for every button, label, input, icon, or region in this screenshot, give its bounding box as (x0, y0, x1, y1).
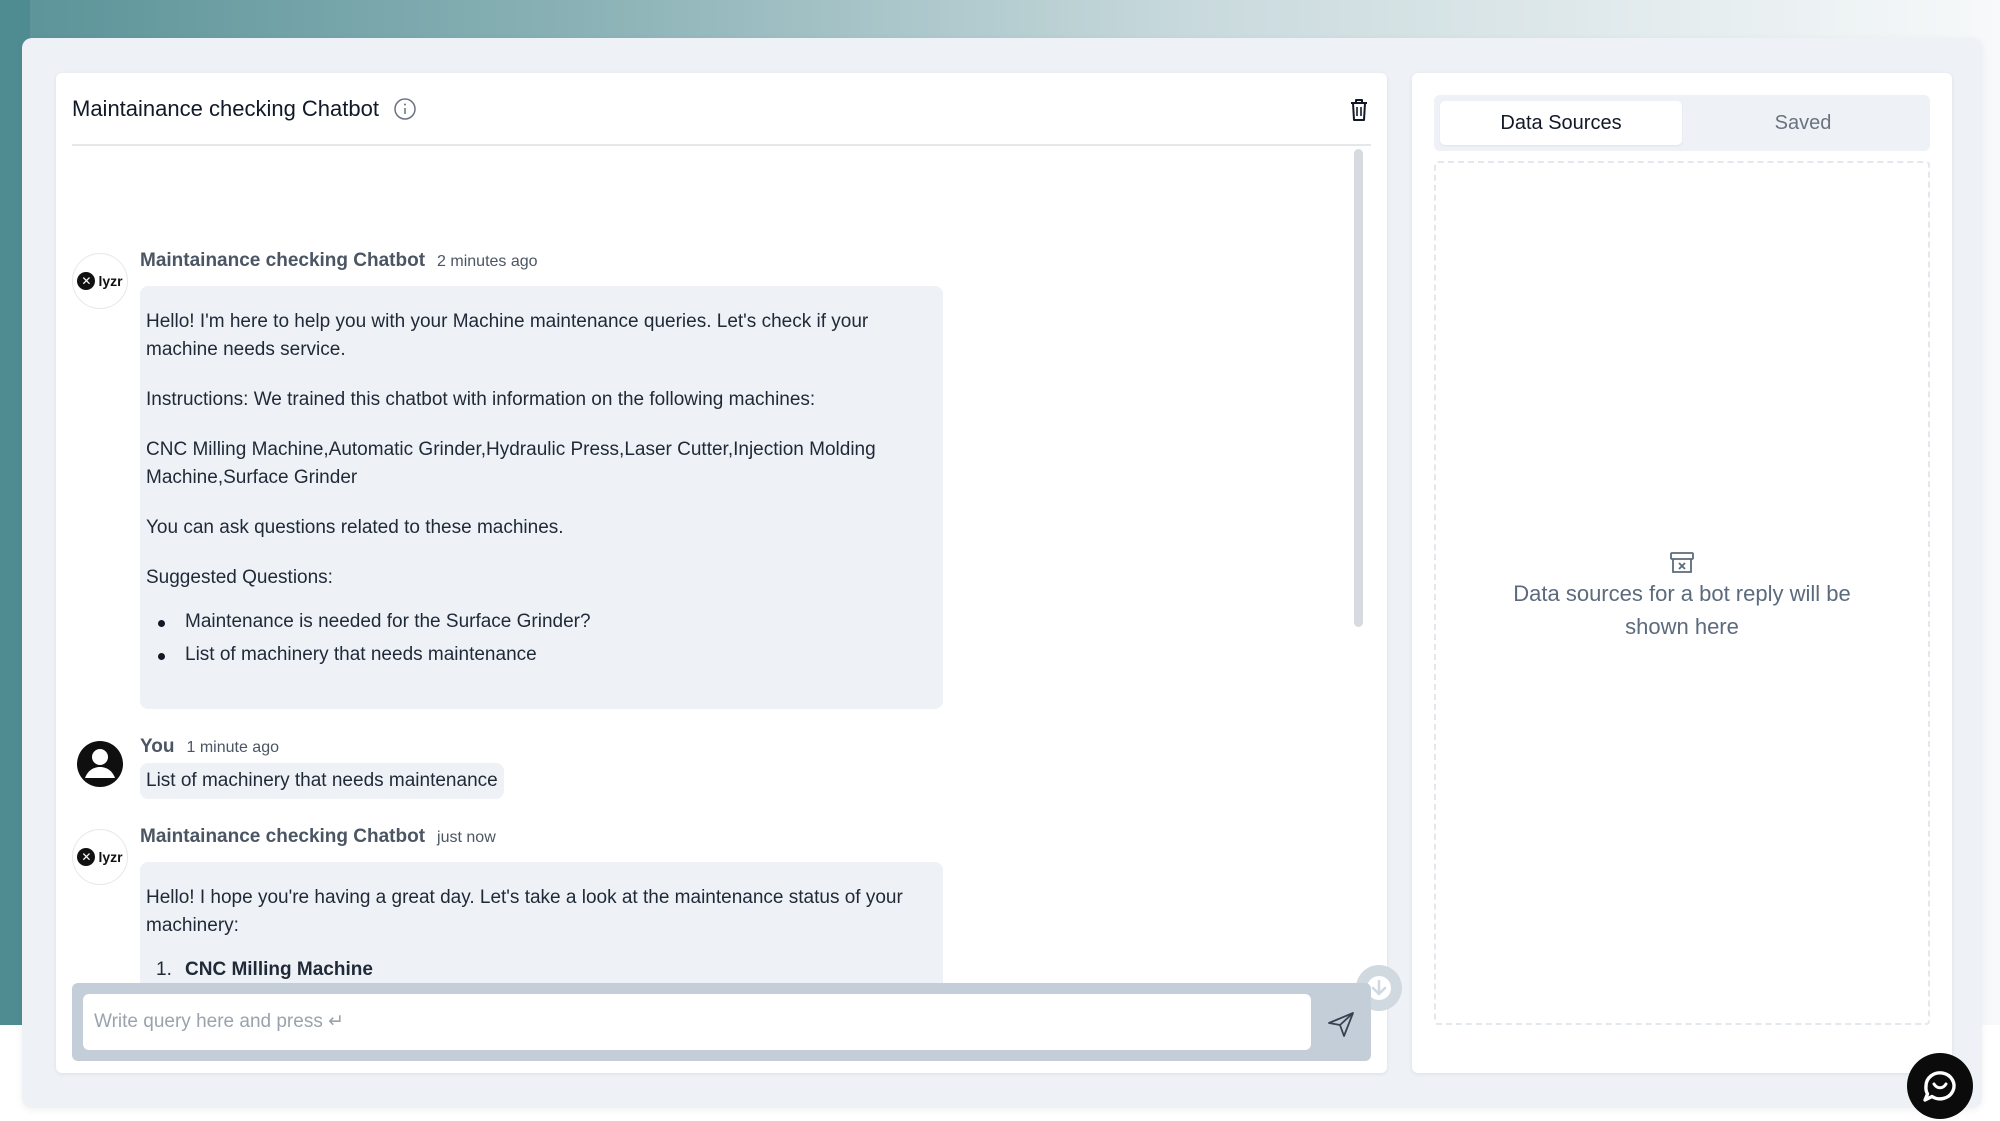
query-input[interactable] (83, 994, 1311, 1050)
message-time: 2 minutes ago (437, 253, 538, 270)
chat-header: Maintainance checking Chatbot (72, 73, 1371, 146)
data-sources-panel: Data Sources Saved Data sources for a bo… (1412, 73, 1952, 1073)
send-icon (1328, 1012, 1354, 1037)
scrollbar[interactable] (1354, 149, 1363, 627)
user-message: You 1 minute ago List of machinery that … (72, 736, 772, 806)
data-sources-box: Data sources for a bot reply will be sho… (1434, 161, 1930, 1025)
side-tabs: Data Sources Saved (1434, 95, 1930, 151)
message-author: You (140, 736, 175, 757)
tab-saved[interactable]: Saved (1682, 101, 1924, 145)
suggestion-item[interactable]: List of machinery that needs maintenance (158, 641, 937, 669)
composer (72, 983, 1371, 1061)
user-avatar-icon (72, 736, 128, 792)
list-number: 1. (156, 959, 172, 980)
message-meta: You 1 minute ago (140, 736, 279, 758)
message-list[interactable]: ✕ lyzr Maintainance checking Chatbot 2 m… (56, 148, 1387, 1020)
chat-help-icon (1923, 1071, 1956, 1102)
bot-message: ✕ lyzr Maintainance checking Chatbot 2 m… (72, 250, 972, 713)
suggestion-list: Maintenance is needed for the Surface Gr… (158, 608, 937, 669)
message-bubble: List of machinery that needs maintenance (140, 763, 504, 799)
message-time: 1 minute ago (186, 739, 279, 756)
send-button[interactable] (1326, 1009, 1356, 1039)
message-paragraph: Suggested Questions: (146, 567, 333, 588)
info-icon[interactable] (393, 97, 417, 121)
empty-state: Data sources for a bot reply will be sho… (1436, 551, 1928, 643)
message-author: Maintainance checking Chatbot (140, 826, 426, 847)
message-time: just now (437, 829, 496, 846)
machine-list: 1. CNC Milling Machine (156, 956, 937, 984)
lyzr-logo-icon: ✕ (77, 848, 96, 866)
archive-x-icon (1670, 552, 1694, 573)
bot-avatar: ✕ lyzr (72, 253, 128, 309)
message-meta: Maintainance checking Chatbot 2 minutes … (140, 250, 538, 272)
message-paragraph: Instructions: We trained this chatbot wi… (146, 389, 816, 410)
chat-title: Maintainance checking Chatbot (72, 95, 379, 121)
empty-state-text: Data sources for a bot reply will be sho… (1513, 581, 1851, 639)
message-paragraph: CNC Milling Machine,Automatic Grinder,Hy… (146, 439, 876, 488)
lyzr-logo-icon: ✕ (77, 272, 96, 290)
message-paragraph: You can ask questions related to these m… (146, 517, 564, 538)
bot-avatar-label: lyzr (98, 273, 123, 289)
trash-icon[interactable] (1347, 97, 1371, 123)
suggestion-item[interactable]: Maintenance is needed for the Surface Gr… (158, 608, 937, 636)
message-author: Maintainance checking Chatbot (140, 250, 426, 271)
list-label: CNC Milling Machine (185, 959, 373, 980)
message-paragraph: Hello! I hope you're having a great day.… (146, 887, 903, 936)
chat-panel: Maintainance checking Chatbot ✕ lyzr Mai… (56, 73, 1402, 1073)
bot-avatar: ✕ lyzr (72, 829, 128, 885)
message-bubble: Hello! I'm here to help you with your Ma… (140, 286, 943, 709)
machine-list-item: 1. CNC Milling Machine (156, 956, 937, 984)
tab-data-sources[interactable]: Data Sources (1440, 101, 1682, 145)
message-meta: Maintainance checking Chatbot just now (140, 826, 496, 848)
chat-help-button[interactable] (1907, 1053, 1973, 1119)
message-paragraph: Hello! I'm here to help you with your Ma… (146, 311, 869, 360)
bot-avatar-label: lyzr (98, 849, 123, 865)
